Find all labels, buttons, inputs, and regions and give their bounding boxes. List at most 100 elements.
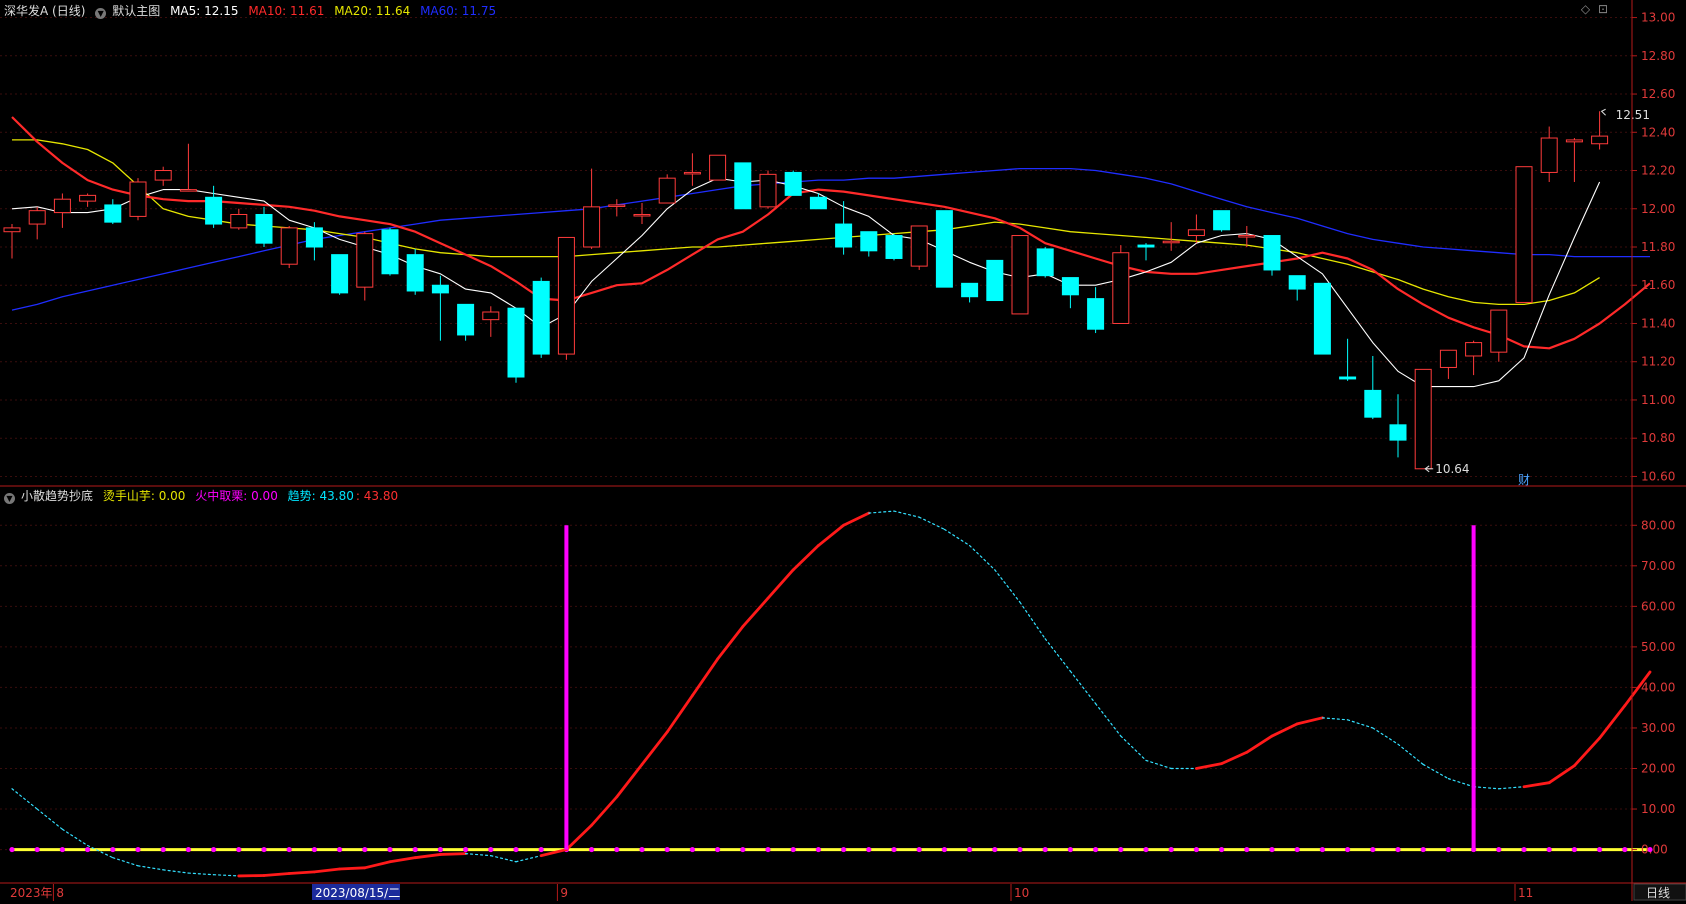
candle <box>332 255 348 295</box>
candle <box>105 199 121 224</box>
candle <box>1440 350 1456 379</box>
zero-marker <box>1017 847 1022 852</box>
zero-marker <box>1143 847 1148 852</box>
candle <box>483 306 499 337</box>
sub-tick-label: 0.00 <box>1641 843 1668 857</box>
restore-icon[interactable]: ⊡ <box>1598 2 1608 16</box>
trend-segment-up <box>264 873 289 875</box>
zero-marker <box>312 847 317 852</box>
candle-body <box>231 214 247 227</box>
trend-segment-down <box>894 511 919 517</box>
trend-segment-up <box>314 869 339 872</box>
trend-segment-down <box>1373 728 1398 744</box>
candle <box>710 155 726 180</box>
candle-body <box>659 178 675 203</box>
trend-segment-down <box>1322 718 1347 720</box>
zero-marker <box>1421 847 1426 852</box>
trend-segment-down <box>919 517 944 529</box>
trend-segment-up <box>390 858 415 862</box>
candle-body <box>4 228 20 232</box>
zero-marker <box>186 847 191 852</box>
template-dropdown-icon[interactable]: ▼ <box>95 8 106 19</box>
trend-segment-down <box>1045 639 1070 671</box>
zero-marker <box>9 847 14 852</box>
candle-body <box>1214 211 1230 230</box>
candle-body <box>458 304 474 335</box>
zero-marker <box>60 847 65 852</box>
candle <box>231 209 247 230</box>
main-tick-label: 11.00 <box>1641 393 1675 407</box>
zero-marker <box>816 847 821 852</box>
trend-segment-up <box>667 696 692 732</box>
trend-segment-down <box>1096 704 1121 736</box>
zero-marker <box>1622 847 1627 852</box>
candle <box>584 169 600 249</box>
candle-body <box>180 190 196 192</box>
candle <box>29 207 45 240</box>
zero-marker <box>589 847 594 852</box>
candle-body <box>508 308 524 377</box>
candle-body <box>80 195 96 201</box>
trend-segment-down <box>1348 720 1373 728</box>
candle <box>281 226 297 268</box>
candle <box>508 308 524 383</box>
main-tick-label: 11.80 <box>1641 240 1675 254</box>
candle <box>407 249 423 295</box>
candle-body <box>1340 377 1356 379</box>
main-tick-label: 11.40 <box>1641 316 1675 330</box>
candle-body <box>1138 245 1154 247</box>
sub-tick-label: 60.00 <box>1641 599 1675 613</box>
candle-body <box>584 207 600 247</box>
sub-tick-label: 70.00 <box>1641 559 1675 573</box>
zero-marker <box>1194 847 1199 852</box>
trend-segment-down <box>1474 787 1499 789</box>
zero-marker <box>1496 847 1501 852</box>
zero-marker <box>1597 847 1602 852</box>
candle <box>432 276 448 341</box>
candle <box>1541 127 1557 182</box>
trend-segment-up <box>1196 764 1221 769</box>
candle-body <box>1163 241 1179 243</box>
zero-marker <box>539 847 544 852</box>
zero-marker <box>866 847 871 852</box>
trend-segment-up <box>692 659 717 695</box>
zero-marker <box>1043 847 1048 852</box>
zero-marker <box>1395 847 1400 852</box>
zero-marker <box>967 847 972 852</box>
ma5-label: MA5: 12.15 <box>170 4 238 18</box>
indicator-name[interactable]: 小散趋势抄底 <box>21 489 93 503</box>
candle-body <box>558 237 574 354</box>
indicator-dropdown-icon[interactable]: ▼ <box>4 493 15 504</box>
candle-body <box>483 312 499 320</box>
candle-body <box>1314 283 1330 354</box>
series-trend-value: : 43.80 <box>356 489 398 503</box>
month-label: 9 <box>560 886 568 900</box>
candle <box>558 237 574 359</box>
candle <box>1037 247 1053 278</box>
candle-body <box>1566 140 1582 142</box>
template-name[interactable]: 默认主图 <box>112 4 160 18</box>
candle <box>785 171 801 196</box>
candle <box>1466 341 1482 375</box>
candle <box>382 228 398 276</box>
stock-title[interactable]: 深华发A (日线) <box>4 4 85 18</box>
candle <box>735 163 751 209</box>
zero-marker <box>287 847 292 852</box>
zero-marker <box>1118 847 1123 852</box>
candle <box>936 211 952 287</box>
zero-marker <box>110 847 115 852</box>
trend-segment-up <box>818 525 843 545</box>
month-label: 8 <box>56 886 64 900</box>
diamond-icon[interactable]: ◇ <box>1581 2 1590 16</box>
trend-segment-up <box>1600 706 1625 738</box>
trend-segment-up <box>440 854 465 855</box>
zero-marker <box>1547 847 1552 852</box>
candle <box>180 144 196 192</box>
main-tick-label: 12.20 <box>1641 164 1675 178</box>
zero-marker <box>715 847 720 852</box>
candle-body <box>1037 249 1053 276</box>
candle-body <box>54 199 70 212</box>
trend-segment-down <box>88 846 113 858</box>
trend-segment-down <box>113 858 138 866</box>
zero-marker <box>337 847 342 852</box>
